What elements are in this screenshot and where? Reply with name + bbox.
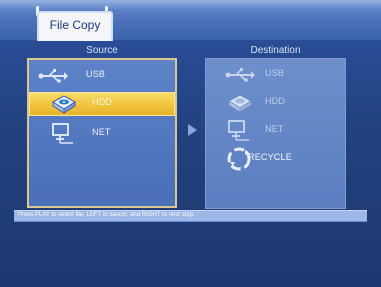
help-bar: Press PLAY to select file, LEFT to cance…	[14, 210, 367, 222]
file-copy-tab-label: File Copy	[49, 18, 101, 32]
source-title: Source	[86, 45, 118, 56]
source-panel: USB HDD NET	[27, 58, 177, 208]
destination-item-recycle[interactable]: RECYCLE	[206, 147, 345, 171]
usb-icon	[38, 69, 68, 83]
network-icon	[228, 120, 249, 141]
help-text: Press PLAY to select file, LEFT to cance…	[18, 212, 195, 218]
source-item-usb[interactable]: USB	[29, 64, 175, 88]
destination-item-hdd-label: HDD	[265, 96, 286, 106]
source-item-usb-label: USB	[86, 69, 106, 79]
destination-item-usb-label: USB	[265, 68, 285, 78]
destination-panel: USB HDD NET RECYCLE	[205, 58, 346, 209]
source-item-hdd[interactable]: HDD	[29, 92, 175, 116]
destination-title: Destination	[250, 45, 301, 56]
usb-icon	[225, 68, 255, 82]
destination-item-hdd[interactable]: HDD	[206, 91, 345, 115]
destination-item-net[interactable]: NET	[206, 119, 345, 143]
hdd-icon	[228, 94, 252, 113]
source-item-net-label: NET	[92, 127, 111, 137]
destination-item-recycle-label: RECYCLE	[248, 152, 292, 162]
source-item-hdd-label: HDD	[92, 97, 113, 107]
hdd-icon	[52, 95, 76, 114]
screen-background: File Copy Source Destination USB HDD NET…	[0, 0, 381, 287]
destination-item-net-label: NET	[265, 124, 284, 134]
top-bar-shine	[0, 0, 381, 10]
right-arrow-icon	[188, 124, 197, 136]
source-item-net[interactable]: NET	[29, 122, 175, 146]
destination-item-usb[interactable]: USB	[206, 63, 345, 87]
network-icon	[52, 123, 73, 144]
file-copy-tab: File Copy	[37, 11, 113, 41]
